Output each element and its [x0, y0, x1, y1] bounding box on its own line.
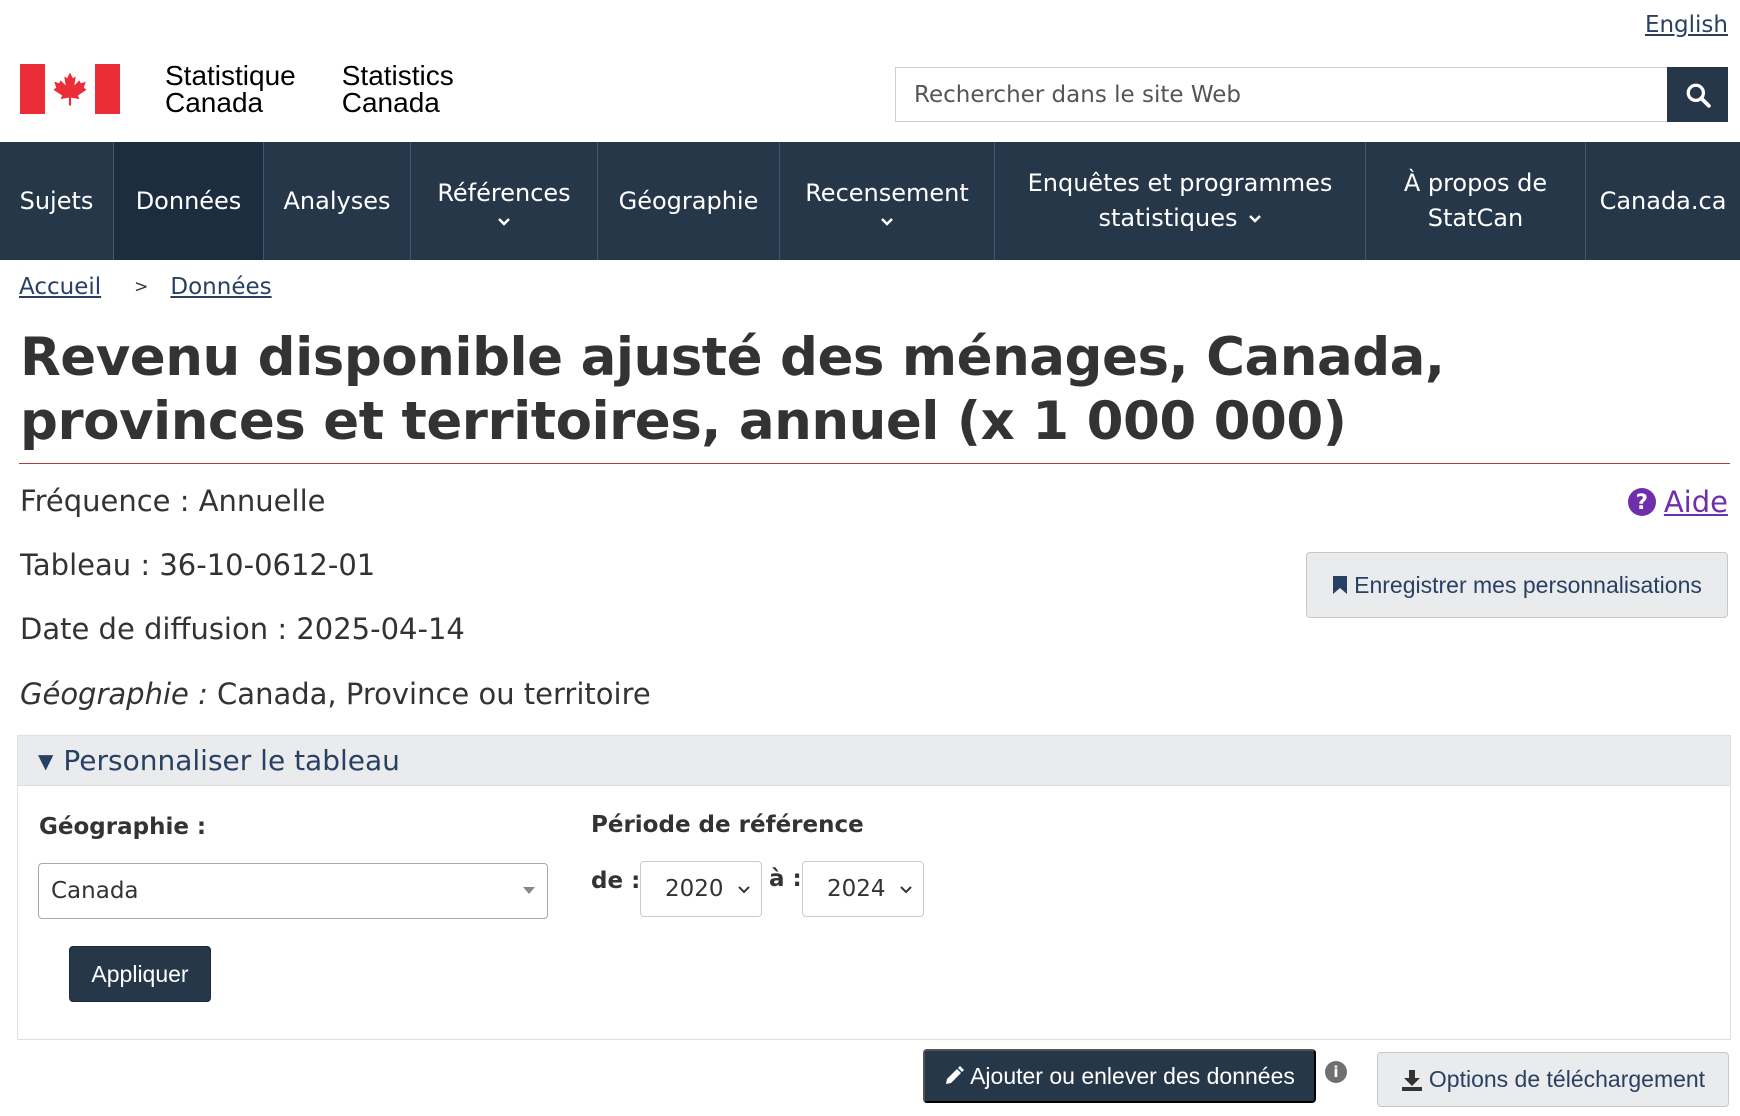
- site-search: [895, 67, 1728, 122]
- save-button-label: Enregistrer mes personnalisations: [1354, 571, 1702, 598]
- customize-table-panel: ▼ Personnaliser le tableau Géographie : …: [17, 735, 1731, 1040]
- nav-item-label: Sujets: [19, 186, 94, 215]
- nav-item-references[interactable]: Références: [411, 142, 598, 260]
- chevron-down-icon: [1248, 214, 1261, 223]
- wordmark-fr: Statistique Canada: [165, 60, 296, 118]
- table-number-text: Tableau : 36-10-0612-01: [20, 548, 376, 582]
- to-label: à :: [769, 866, 802, 892]
- breadcrumb-separator: >: [134, 277, 149, 297]
- geography-field-label: Géographie :: [39, 814, 207, 840]
- geography-text: Géographie : Canada, Province ou territo…: [20, 677, 651, 711]
- search-input[interactable]: [895, 67, 1667, 122]
- breadcrumb-home-link[interactable]: Accueil: [19, 274, 101, 300]
- language-toggle-link[interactable]: English: [1645, 12, 1728, 38]
- from-year-select[interactable]: 2020: [640, 861, 762, 917]
- reference-period-label: Période de référence: [591, 812, 864, 838]
- to-year-select[interactable]: 2024: [802, 861, 924, 917]
- to-year-value: 2024: [827, 876, 886, 902]
- chevron-down-icon: [900, 886, 912, 894]
- search-icon: [1686, 83, 1711, 108]
- customize-panel-toggle[interactable]: ▼ Personnaliser le tableau: [18, 736, 1730, 786]
- nav-item-label: Données: [135, 186, 242, 215]
- canada-flag-icon: [20, 64, 120, 114]
- nav-item-a-propos[interactable]: À propos de StatCan: [1366, 142, 1586, 260]
- from-label: de :: [591, 868, 641, 894]
- chevron-down-icon: [881, 217, 893, 226]
- nav-item-label: Canada.ca: [1599, 186, 1727, 215]
- nav-item-enquetes[interactable]: Enquêtes et programmes statistiques: [995, 142, 1366, 260]
- title-divider: [19, 463, 1730, 464]
- nav-item-label: Recensement: [805, 178, 969, 207]
- download-label: Options de téléchargement: [1428, 1066, 1706, 1092]
- nav-item-label: Références: [437, 178, 571, 207]
- chevron-down-icon: [738, 886, 750, 894]
- nav-item-label-line2: statistiques: [1098, 204, 1238, 232]
- nav-item-sujets[interactable]: Sujets: [0, 142, 114, 260]
- add-remove-data-button[interactable]: Ajouter ou enlever des données: [923, 1049, 1316, 1103]
- statcan-logo[interactable]: Statistique Canada Statistics Canada: [20, 60, 454, 118]
- question-circle-icon: ?: [1627, 488, 1656, 516]
- apply-button[interactable]: Appliquer: [69, 946, 211, 1002]
- breadcrumb: Accueil > Données: [19, 274, 272, 300]
- pencil-icon: [946, 1066, 965, 1084]
- triangle-down-icon: ▼: [38, 748, 54, 773]
- release-date-text: Date de diffusion : 2025-04-14: [20, 612, 465, 646]
- download-options-button[interactable]: Options de téléchargement: [1377, 1052, 1729, 1107]
- geography-label: Géographie :: [20, 677, 208, 711]
- nav-item-donnees[interactable]: Données: [114, 142, 264, 260]
- nav-item-recensement[interactable]: Recensement: [780, 142, 995, 260]
- frequency-text: Fréquence : Annuelle: [20, 484, 326, 518]
- download-icon: [1401, 1069, 1422, 1091]
- search-button[interactable]: [1667, 67, 1728, 122]
- main-menu: Sujets Données Analyses Références Géogr…: [0, 142, 1740, 260]
- geography-select[interactable]: Canada: [38, 863, 548, 919]
- nav-item-label-line2: StatCan: [1427, 204, 1524, 232]
- page-title: Revenu disponible ajusté des ménages, Ca…: [20, 327, 1445, 452]
- nav-item-analyses[interactable]: Analyses: [264, 142, 411, 260]
- help-link[interactable]: ? Aide: [1627, 485, 1728, 519]
- chevron-down-icon: [498, 217, 510, 226]
- nav-item-label: Enquêtes et programmes: [1027, 169, 1333, 197]
- nav-item-geographie[interactable]: Géographie: [598, 142, 780, 260]
- wordmark-en: Statistics Canada: [341, 60, 454, 118]
- nav-item-label: Géographie: [618, 186, 759, 215]
- nav-item-label: À propos de: [1403, 169, 1548, 197]
- from-year-value: 2020: [665, 876, 724, 902]
- geography-select-value: Canada: [51, 878, 139, 904]
- nav-item-label: Analyses: [283, 186, 391, 215]
- bookmark-icon: [1333, 576, 1348, 594]
- maple-leaf-icon: [53, 72, 87, 106]
- nav-item-canada-ca[interactable]: Canada.ca: [1586, 142, 1740, 260]
- dropdown-caret-icon: [523, 887, 535, 894]
- geography-value: Canada, Province ou territoire: [207, 677, 651, 711]
- customize-heading: Personnaliser le tableau: [63, 744, 400, 777]
- help-label: Aide: [1663, 485, 1728, 519]
- save-customizations-button[interactable]: Enregistrer mes personnalisations: [1306, 552, 1728, 618]
- breadcrumb-data-link[interactable]: Données: [170, 274, 271, 300]
- info-icon[interactable]: i: [1325, 1061, 1347, 1083]
- add-remove-label: Ajouter ou enlever des données: [970, 1062, 1295, 1089]
